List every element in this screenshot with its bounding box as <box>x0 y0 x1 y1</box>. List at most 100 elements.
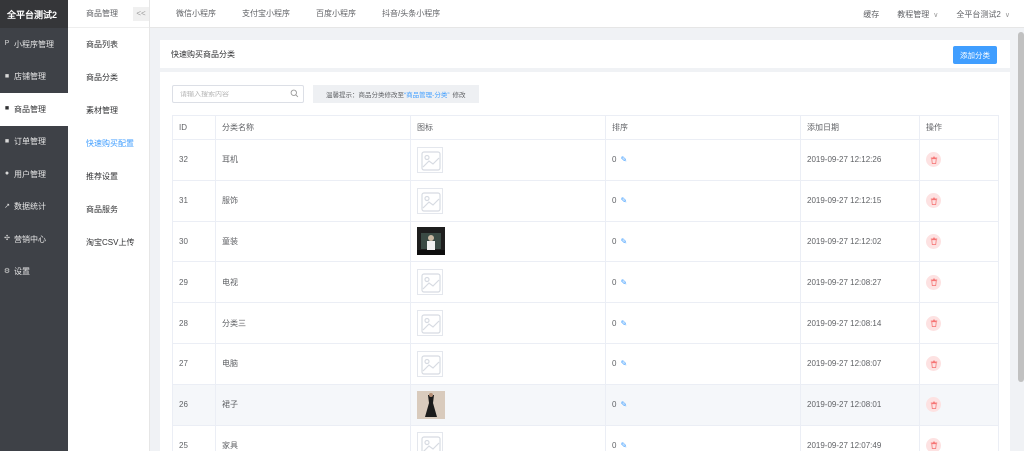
tip-banner: 温馨提示：商品分类修改至 “商品管理-分类” 修改 <box>313 85 479 103</box>
delete-button[interactable] <box>926 233 941 249</box>
edit-pencil-icon[interactable]: ✎ <box>620 278 627 287</box>
delete-button[interactable] <box>926 193 941 209</box>
delete-button[interactable] <box>926 274 941 290</box>
platform-tab[interactable]: 支付宝小程序 <box>242 8 290 19</box>
submenu-item[interactable]: 推荐设置 <box>68 160 149 193</box>
category-table: ID 分类名称 图标 排序 添加日期 操作 32 耳机 0 ✎ 2019-09-27 12:12:… <box>172 115 999 451</box>
column-header: 排序 <box>605 115 801 140</box>
collapse-button[interactable]: << <box>133 6 149 21</box>
sidebar-item-label: 数据统计 <box>14 202 46 212</box>
scrollbar-thumb[interactable] <box>1018 32 1024 382</box>
table-row: 30 童装 0 ✎ 2019-09-27 12:12:02 <box>172 220 999 263</box>
sidebar-item[interactable]: ✣ 营销中心 <box>0 223 68 256</box>
table-row: 25 家具 0 ✎ 2019-09-27 12:07:49 <box>172 424 999 451</box>
tip-link[interactable]: “商品管理-分类” <box>404 89 450 99</box>
delete-button[interactable] <box>926 397 941 413</box>
column-header: 操作 <box>919 115 999 140</box>
id-cell: 29 <box>172 261 216 304</box>
main-sidebar: 全平台测试2 P 小程序管理 ■ 店铺管理 ■ 商品管理 ■ 订单管理 ● 用户管理 ↗ 数据统计 ✣ 营… <box>0 0 68 451</box>
account-dropdown[interactable]: 全平台测试2 ∨ <box>956 9 1010 20</box>
table-row: 29 电视 0 ✎ 2019-09-27 12:08:27 <box>172 261 999 304</box>
sidebar-item[interactable]: ↗ 数据统计 <box>0 191 68 224</box>
scrollbar-track[interactable] <box>1018 28 1024 451</box>
edit-pencil-icon[interactable]: ✎ <box>620 237 627 246</box>
submenu-list: 商品列表 商品分类 素材管理 快速购买配置 推荐设置 商品服务 淘宝CSV上传 <box>68 28 149 259</box>
icon-cell <box>410 302 606 344</box>
sidebar-item-label: 小程序管理 <box>14 39 54 49</box>
sidebar-item-label: 商品管理 <box>14 104 46 114</box>
action-cell <box>919 261 999 304</box>
sort-value: 0 <box>612 196 617 206</box>
id-cell: 25 <box>172 424 216 451</box>
trash-icon <box>930 401 937 409</box>
date-cell: 2019-09-27 12:08:07 <box>800 342 920 385</box>
sidebar-item[interactable]: ⚙ 设置 <box>0 256 68 289</box>
delete-button[interactable] <box>926 315 941 331</box>
icon-cell <box>410 342 606 385</box>
trash-icon <box>930 238 937 246</box>
id-cell: 26 <box>172 383 216 426</box>
date-cell: 2019-09-27 12:08:27 <box>800 261 920 304</box>
sidebar-item[interactable]: P 小程序管理 <box>0 28 68 61</box>
submenu-item[interactable]: 淘宝CSV上传 <box>68 226 149 259</box>
sub-sidebar: 商品管理 << 商品列表 商品分类 素材管理 快速购买配置 推荐设置 商品服务 淘宝CSV上… <box>68 0 150 451</box>
search-input[interactable] <box>180 90 285 98</box>
sidebar-menu: P 小程序管理 ■ 店铺管理 ■ 商品管理 ■ 订单管理 ● 用户管理 ↗ 数据统计 ✣ 营销中心 ⚙ 设置 <box>0 28 68 288</box>
edit-pencil-icon[interactable]: ✎ <box>620 155 627 164</box>
add-category-button[interactable]: 添加分类 <box>953 46 997 64</box>
page-header: 快速购买商品分类 添加分类 <box>160 40 1010 68</box>
table-row: 28 分类三 0 ✎ 2019-09-27 12:08:14 <box>172 302 999 344</box>
table-row: 27 电脑 0 ✎ 2019-09-27 12:08:07 <box>172 342 999 385</box>
sort-cell: 0 ✎ <box>605 424 801 451</box>
brand-title: 全平台测试2 <box>0 0 68 28</box>
sidebar-item-label: 营销中心 <box>14 234 46 244</box>
action-cell <box>919 383 999 426</box>
sort-value: 0 <box>612 440 617 450</box>
action-cell <box>919 220 999 263</box>
date-cell: 2019-09-27 12:08:14 <box>800 302 920 344</box>
delete-button[interactable] <box>926 437 941 451</box>
edit-pencil-icon[interactable]: ✎ <box>620 196 627 205</box>
category-image <box>417 227 445 256</box>
account-label: 全平台测试2 <box>956 9 1001 19</box>
sidebar-item[interactable]: ■ 店铺管理 <box>0 61 68 94</box>
sort-cell: 0 ✎ <box>605 342 801 385</box>
submenu-item[interactable]: 素材管理 <box>68 94 149 127</box>
edit-pencil-icon[interactable]: ✎ <box>620 359 627 368</box>
tip-prefix: 温馨提示：商品分类修改至 <box>326 92 404 99</box>
search-icon[interactable] <box>290 89 299 98</box>
edit-pencil-icon[interactable]: ✎ <box>620 400 627 409</box>
sort-value: 0 <box>612 400 617 410</box>
submenu-item[interactable]: 快速购买配置 <box>68 127 149 160</box>
sidebar-item[interactable]: ■ 订单管理 <box>0 126 68 159</box>
submenu-item[interactable]: 商品列表 <box>68 28 149 61</box>
submenu-item[interactable]: 商品分类 <box>68 61 149 94</box>
user-icon: ● <box>4 170 10 178</box>
sort-value: 0 <box>612 236 617 246</box>
platform-tab[interactable]: 百度小程序 <box>316 8 356 19</box>
submenu-item[interactable]: 商品服务 <box>68 193 149 226</box>
sidebar-item-label: 店铺管理 <box>14 72 46 82</box>
cache-link[interactable]: 缓存 <box>863 9 879 20</box>
edit-pencil-icon[interactable]: ✎ <box>620 319 627 328</box>
action-cell <box>919 424 999 451</box>
icon-cell <box>410 424 606 451</box>
tutorial-label: 教程管理 <box>897 9 930 19</box>
action-cell <box>919 139 999 181</box>
platform-tab[interactable]: 微信小程序 <box>176 8 216 19</box>
trash-icon <box>930 442 937 450</box>
content-card: 温馨提示：商品分类修改至 “商品管理-分类” 修改 ID分类名称图标排序添加日期… <box>160 72 1010 451</box>
image-placeholder-icon <box>417 350 443 377</box>
id-cell: 28 <box>172 302 216 344</box>
tutorial-dropdown[interactable]: 教程管理 ∨ <box>897 9 938 20</box>
tip-suffix: 修改 <box>452 92 466 99</box>
edit-pencil-icon[interactable]: ✎ <box>620 441 627 450</box>
platform-tab[interactable]: 抖音/头条小程序 <box>382 8 440 19</box>
name-cell: 电脑 <box>215 342 411 385</box>
sidebar-item[interactable]: ● 用户管理 <box>0 158 68 191</box>
sidebar-item[interactable]: ■ 商品管理 <box>0 93 68 126</box>
search-box <box>172 85 304 103</box>
name-cell: 家具 <box>215 424 411 451</box>
delete-button[interactable] <box>926 152 941 168</box>
delete-button[interactable] <box>926 356 941 372</box>
